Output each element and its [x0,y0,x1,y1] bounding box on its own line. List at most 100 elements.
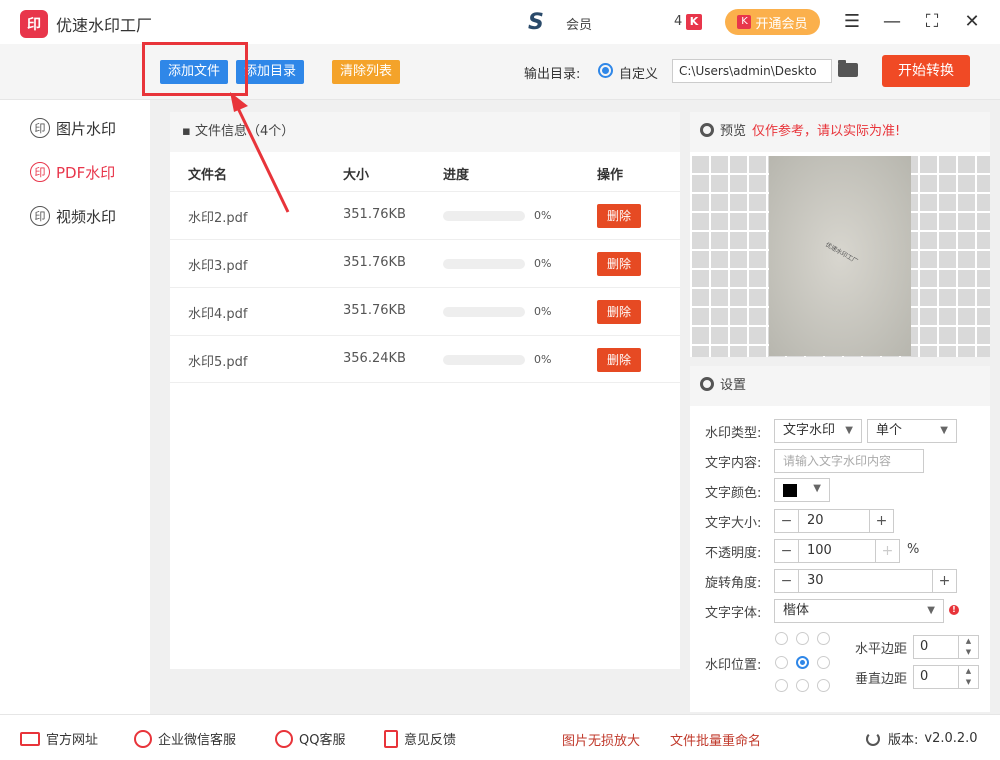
seal-icon: 印 [30,118,50,138]
seal-icon: 印 [30,162,50,182]
feedback-link[interactable]: 意见反馈 [384,729,456,748]
position-middle-right[interactable] [817,656,830,669]
column-header-name: 文件名 [188,168,228,183]
output-dir-label: 输出目录: [524,67,581,82]
rotate-angle-value: 30 [807,573,824,588]
seal-icon: 印 [30,206,50,226]
rotate-angle-stepper[interactable]: −30 + [774,569,957,593]
text-content-input[interactable]: 请输入文字水印内容 [774,449,924,473]
text-font-label: 文字字体: [705,606,762,621]
progress-bar [443,355,525,365]
file-name: 水印5.pdf [188,355,248,370]
custom-output-radio[interactable] [598,63,613,78]
plus-icon[interactable]: + [932,570,956,592]
menu-icon[interactable]: ☰ [840,10,864,34]
position-top-left[interactable] [775,632,788,645]
vertical-margin-label: 垂直边距 [855,672,908,687]
delete-button[interactable]: 删除 [597,348,641,372]
minus-icon[interactable]: − [775,540,799,562]
column-header-size: 大小 [343,168,370,183]
batch-rename-link[interactable]: 文件批量重命名 [670,730,761,749]
plus-icon[interactable]: + [875,540,899,562]
position-bottom-left[interactable] [775,679,788,692]
position-center[interactable] [796,656,809,669]
refresh-icon[interactable] [866,731,880,746]
position-top-right[interactable] [817,632,830,645]
user-name[interactable]: 会员 [566,14,592,33]
opacity-stepper[interactable]: −100 + [774,539,900,563]
table-row[interactable]: 水印2.pdf 351.76KB 0% 删除 [170,191,680,239]
sidebar: 印 图片水印 印 PDF水印 印 视频水印 [0,100,150,714]
preview-title: 预览 [720,124,747,139]
chevron-up-icon[interactable]: ▲ [958,666,978,677]
official-website-link[interactable]: 官方网址 [20,729,98,748]
wechat-support-label: 企业微信客服 [158,733,237,748]
file-size: 351.76KB [343,207,406,222]
start-convert-button[interactable]: 开始转换 [882,55,970,87]
sidebar-item-pdf-watermark[interactable]: 印 PDF水印 [30,160,115,184]
qq-support-link[interactable]: QQ客服 [275,729,345,748]
preview-warning: 仅作参考，请以实际为准! [752,124,901,139]
table-row[interactable]: 水印4.pdf 351.76KB 0% 删除 [170,287,680,335]
minus-icon[interactable]: − [775,510,799,532]
folder-icon[interactable] [838,60,858,77]
version-label: 版本: [888,733,919,748]
minimize-button[interactable]: — [880,10,904,34]
position-bottom-center[interactable] [796,679,809,692]
progress-percent: 0% [534,257,552,270]
plus-icon[interactable]: + [869,510,893,532]
position-top-center[interactable] [796,632,809,645]
alert-icon[interactable]: ! [949,605,959,615]
open-vip-button[interactable]: K 开通会员 [725,9,820,35]
vip-label: 开通会员 [755,16,808,32]
chevron-down-icon[interactable]: ▼ [958,677,978,688]
maximize-button[interactable]: ⛶ [920,10,944,34]
column-header-action: 操作 [597,168,624,183]
clear-list-button[interactable]: 清除列表 [332,60,401,84]
chevron-up-icon[interactable]: ▲ [958,636,978,647]
preview-header: 预览 仅作参考，请以实际为准! [690,112,990,152]
progress-bar [443,211,525,221]
chevron-down-icon: ▼ [940,425,948,436]
custom-output-label[interactable]: 自定义 [619,63,658,82]
text-size-stepper[interactable]: −20 + [774,509,894,533]
wechat-icon [134,729,152,748]
sidebar-item-image-watermark[interactable]: 印 图片水印 [30,116,116,140]
wechat-support-link[interactable]: 企业微信客服 [134,729,236,748]
delete-button[interactable]: 删除 [597,300,641,324]
website-icon [20,731,40,746]
table-row[interactable]: 水印5.pdf 356.24KB 0% 删除 [170,335,680,383]
close-button[interactable]: ✕ [960,10,984,34]
position-bottom-right[interactable] [817,679,830,692]
document-preview: 优速水印工厂 [769,156,911,356]
gear-icon [700,123,714,137]
file-list-header: ▪ 文件信息（4个） [170,112,680,152]
footer: 官方网址 企业微信客服 QQ客服 意见反馈 图片无损放大 文件批量重命名 版本:… [0,714,1000,760]
user-avatar-icon[interactable]: S [528,10,558,35]
text-font-select[interactable]: 楷体 ▼ [774,599,944,623]
position-middle-left[interactable] [775,656,788,669]
table-row[interactable]: 水印3.pdf 351.76KB 0% 删除 [170,239,680,287]
file-name: 水印2.pdf [188,211,248,226]
file-list-panel: ▪ 文件信息（4个） 文件名 大小 进度 操作 水印2.pdf 351.76KB… [170,112,680,669]
output-path-input[interactable]: C:\Users\admin\Deskto [672,59,832,83]
watermark-mode-value: 单个 [876,423,903,438]
vertical-margin-input[interactable]: 0 ▲ ▼ [913,665,979,689]
chevron-down-icon[interactable]: ▼ [958,647,978,658]
watermark-type-select[interactable]: 文字水印 ▼ [774,419,862,443]
file-info-title: 文件信息（4个） [194,124,295,139]
delete-button[interactable]: 删除 [597,204,641,228]
watermark-mode-select[interactable]: 单个 ▼ [867,419,957,443]
color-swatch [783,484,797,497]
minus-icon[interactable]: − [775,570,799,592]
sidebar-item-label: 图片水印 [56,119,117,138]
horizontal-margin-label: 水平边距 [855,642,908,657]
image-upscale-link[interactable]: 图片无损放大 [562,730,640,749]
progress-percent: 0% [534,353,552,366]
sidebar-item-video-watermark[interactable]: 印 视频水印 [30,204,116,228]
delete-button[interactable]: 删除 [597,252,641,276]
text-color-picker[interactable]: ▼ [774,478,830,502]
vertical-margin-value: 0 [920,669,929,684]
text-content-label: 文字内容: [705,456,762,471]
horizontal-margin-input[interactable]: 0 ▲ ▼ [913,635,979,659]
